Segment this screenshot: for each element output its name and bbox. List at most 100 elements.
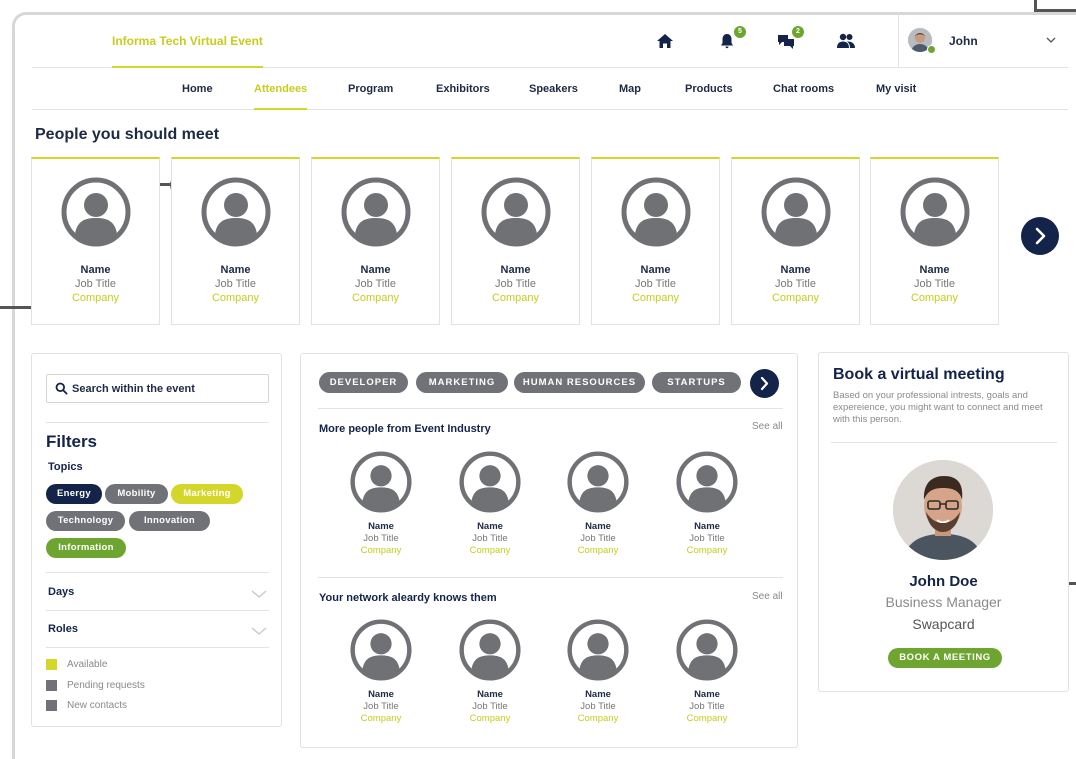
person-job-title: Job Title — [914, 278, 955, 290]
nav-home[interactable]: Home — [182, 68, 213, 110]
divider — [898, 14, 899, 68]
person-card[interactable]: Name Job Title Company — [451, 157, 580, 325]
divider — [46, 647, 269, 648]
top-bar: Informa Tech Virtual Event 5 2 John — [32, 14, 1068, 68]
bell-icon[interactable]: 5 — [718, 26, 746, 52]
person-company: Company — [351, 292, 400, 304]
person-tile[interactable]: Name Job Title Company — [553, 619, 643, 725]
book-meeting-description: Based on your professional intrests, goa… — [833, 390, 1043, 425]
user-name[interactable]: John — [949, 34, 978, 48]
nav-attendees[interactable]: Attendees — [254, 68, 308, 110]
nav-chat-rooms[interactable]: Chat rooms — [773, 68, 834, 110]
tag-developer[interactable]: DEVELOPER — [319, 372, 408, 393]
person-company: Company — [577, 713, 619, 724]
topic-chip-mobility[interactable]: Mobility — [105, 484, 168, 504]
person-name: Name — [477, 521, 503, 532]
person-company: Company — [686, 545, 728, 556]
avatar-placeholder-icon — [481, 177, 551, 247]
tag-human-resources[interactable]: HUMAN RESOURCES — [514, 372, 645, 393]
person-name: Name — [368, 521, 394, 532]
avatar-placeholder-icon — [567, 619, 629, 681]
person-job-title: Job Title — [689, 701, 725, 712]
person-name: Name — [220, 264, 251, 276]
profile-photo[interactable] — [893, 460, 993, 560]
person-job-title: Job Title — [580, 533, 616, 544]
person-name: Name — [919, 264, 950, 276]
nav-my-visit[interactable]: My visit — [876, 68, 916, 110]
search-icon — [55, 382, 68, 395]
chevron-down-icon[interactable] — [1044, 33, 1058, 47]
person-card[interactable]: Name Job Title Company — [591, 157, 720, 325]
avatar-placeholder-icon — [350, 619, 412, 681]
chevron-down-icon[interactable] — [250, 587, 268, 599]
person-card[interactable]: Name Job Title Company — [31, 157, 160, 325]
person-card[interactable]: Name Job Title Company — [171, 157, 300, 325]
person-tile[interactable]: Name Job Title Company — [336, 451, 426, 557]
person-company: Company — [491, 292, 540, 304]
chevron-right-icon — [760, 376, 769, 391]
nav-map[interactable]: Map — [619, 68, 641, 110]
section-heading: Your network aleardy knows them — [319, 592, 497, 604]
person-tile[interactable]: Name Job Title Company — [662, 451, 752, 557]
person-tile[interactable]: Name Job Title Company — [662, 619, 752, 725]
roles-filter[interactable]: Roles — [48, 623, 78, 635]
person-name: Name — [80, 264, 111, 276]
search-input[interactable]: Search within the event — [46, 374, 269, 403]
people-icon[interactable] — [836, 32, 858, 52]
main-nav: Home Attendees Program Exhibitors Speake… — [32, 68, 1068, 110]
nav-program[interactable]: Program — [348, 68, 393, 110]
nav-speakers[interactable]: Speakers — [529, 68, 578, 110]
days-filter[interactable]: Days — [48, 586, 74, 598]
person-name: Name — [640, 264, 671, 276]
avatar-placeholder-icon — [676, 451, 738, 513]
person-job-title: Job Title — [689, 533, 725, 544]
chevron-down-icon[interactable] — [250, 624, 268, 636]
see-all-link[interactable]: See all — [752, 591, 783, 602]
section-heading: More people from Event Industry — [319, 423, 491, 435]
section-title: People you should meet — [35, 126, 220, 143]
person-company: Company — [631, 292, 680, 304]
avatar-placeholder-icon — [459, 619, 521, 681]
topic-chip-innovation[interactable]: Innovation — [129, 511, 210, 531]
person-card[interactable]: Name Job Title Company — [311, 157, 440, 325]
nav-products[interactable]: Products — [685, 68, 733, 110]
tags-next-button[interactable] — [750, 369, 779, 398]
person-tile[interactable]: Name Job Title Company — [445, 451, 535, 557]
person-tile[interactable]: Name Job Title Company — [553, 451, 643, 557]
topic-chip-energy[interactable]: Energy — [46, 484, 102, 504]
person-tile[interactable]: Name Job Title Company — [336, 619, 426, 725]
person-name: Name — [360, 264, 391, 276]
event-name[interactable]: Informa Tech Virtual Event — [112, 14, 263, 68]
person-company: Company — [686, 713, 728, 724]
person-job-title: Job Title — [775, 278, 816, 290]
divider — [46, 610, 269, 611]
person-job-title: Job Title — [355, 278, 396, 290]
divider — [318, 408, 783, 409]
nav-exhibitors[interactable]: Exhibitors — [436, 68, 490, 110]
tag-startups[interactable]: STARTUPS — [652, 372, 741, 393]
topic-chip-marketing[interactable]: Marketing — [171, 484, 243, 504]
book-meeting-title: Book a virtual meeting — [833, 366, 1005, 383]
chat-icon[interactable]: 2 — [776, 26, 804, 52]
person-company: Company — [910, 292, 959, 304]
book-meeting-button[interactable]: BOOK A MEETING — [888, 648, 1002, 668]
see-all-link[interactable]: See all — [752, 421, 783, 432]
avatar-placeholder-icon — [761, 177, 831, 247]
person-card[interactable]: Name Job Title Company — [731, 157, 860, 325]
person-job-title: Job Title — [363, 701, 399, 712]
book-meeting-panel: Book a virtual meeting Based on your pro… — [818, 352, 1069, 692]
avatar-placeholder-icon — [900, 177, 970, 247]
tag-marketing[interactable]: MARKETING — [416, 372, 508, 393]
person-name: Name — [694, 689, 720, 700]
person-company: Company — [360, 713, 402, 724]
person-name: Name — [500, 264, 531, 276]
person-tile[interactable]: Name Job Title Company — [445, 619, 535, 725]
contact-role: Business Manager — [885, 594, 1002, 610]
topic-chip-technology[interactable]: Technology — [46, 511, 125, 531]
person-card[interactable]: Name Job Title Company — [870, 157, 999, 325]
contact-name: John Doe — [909, 573, 978, 590]
person-job-title: Job Title — [75, 278, 116, 290]
carousel-next-button[interactable] — [1021, 217, 1059, 255]
home-icon[interactable] — [656, 32, 678, 52]
topic-chip-information[interactable]: Information — [46, 538, 126, 558]
